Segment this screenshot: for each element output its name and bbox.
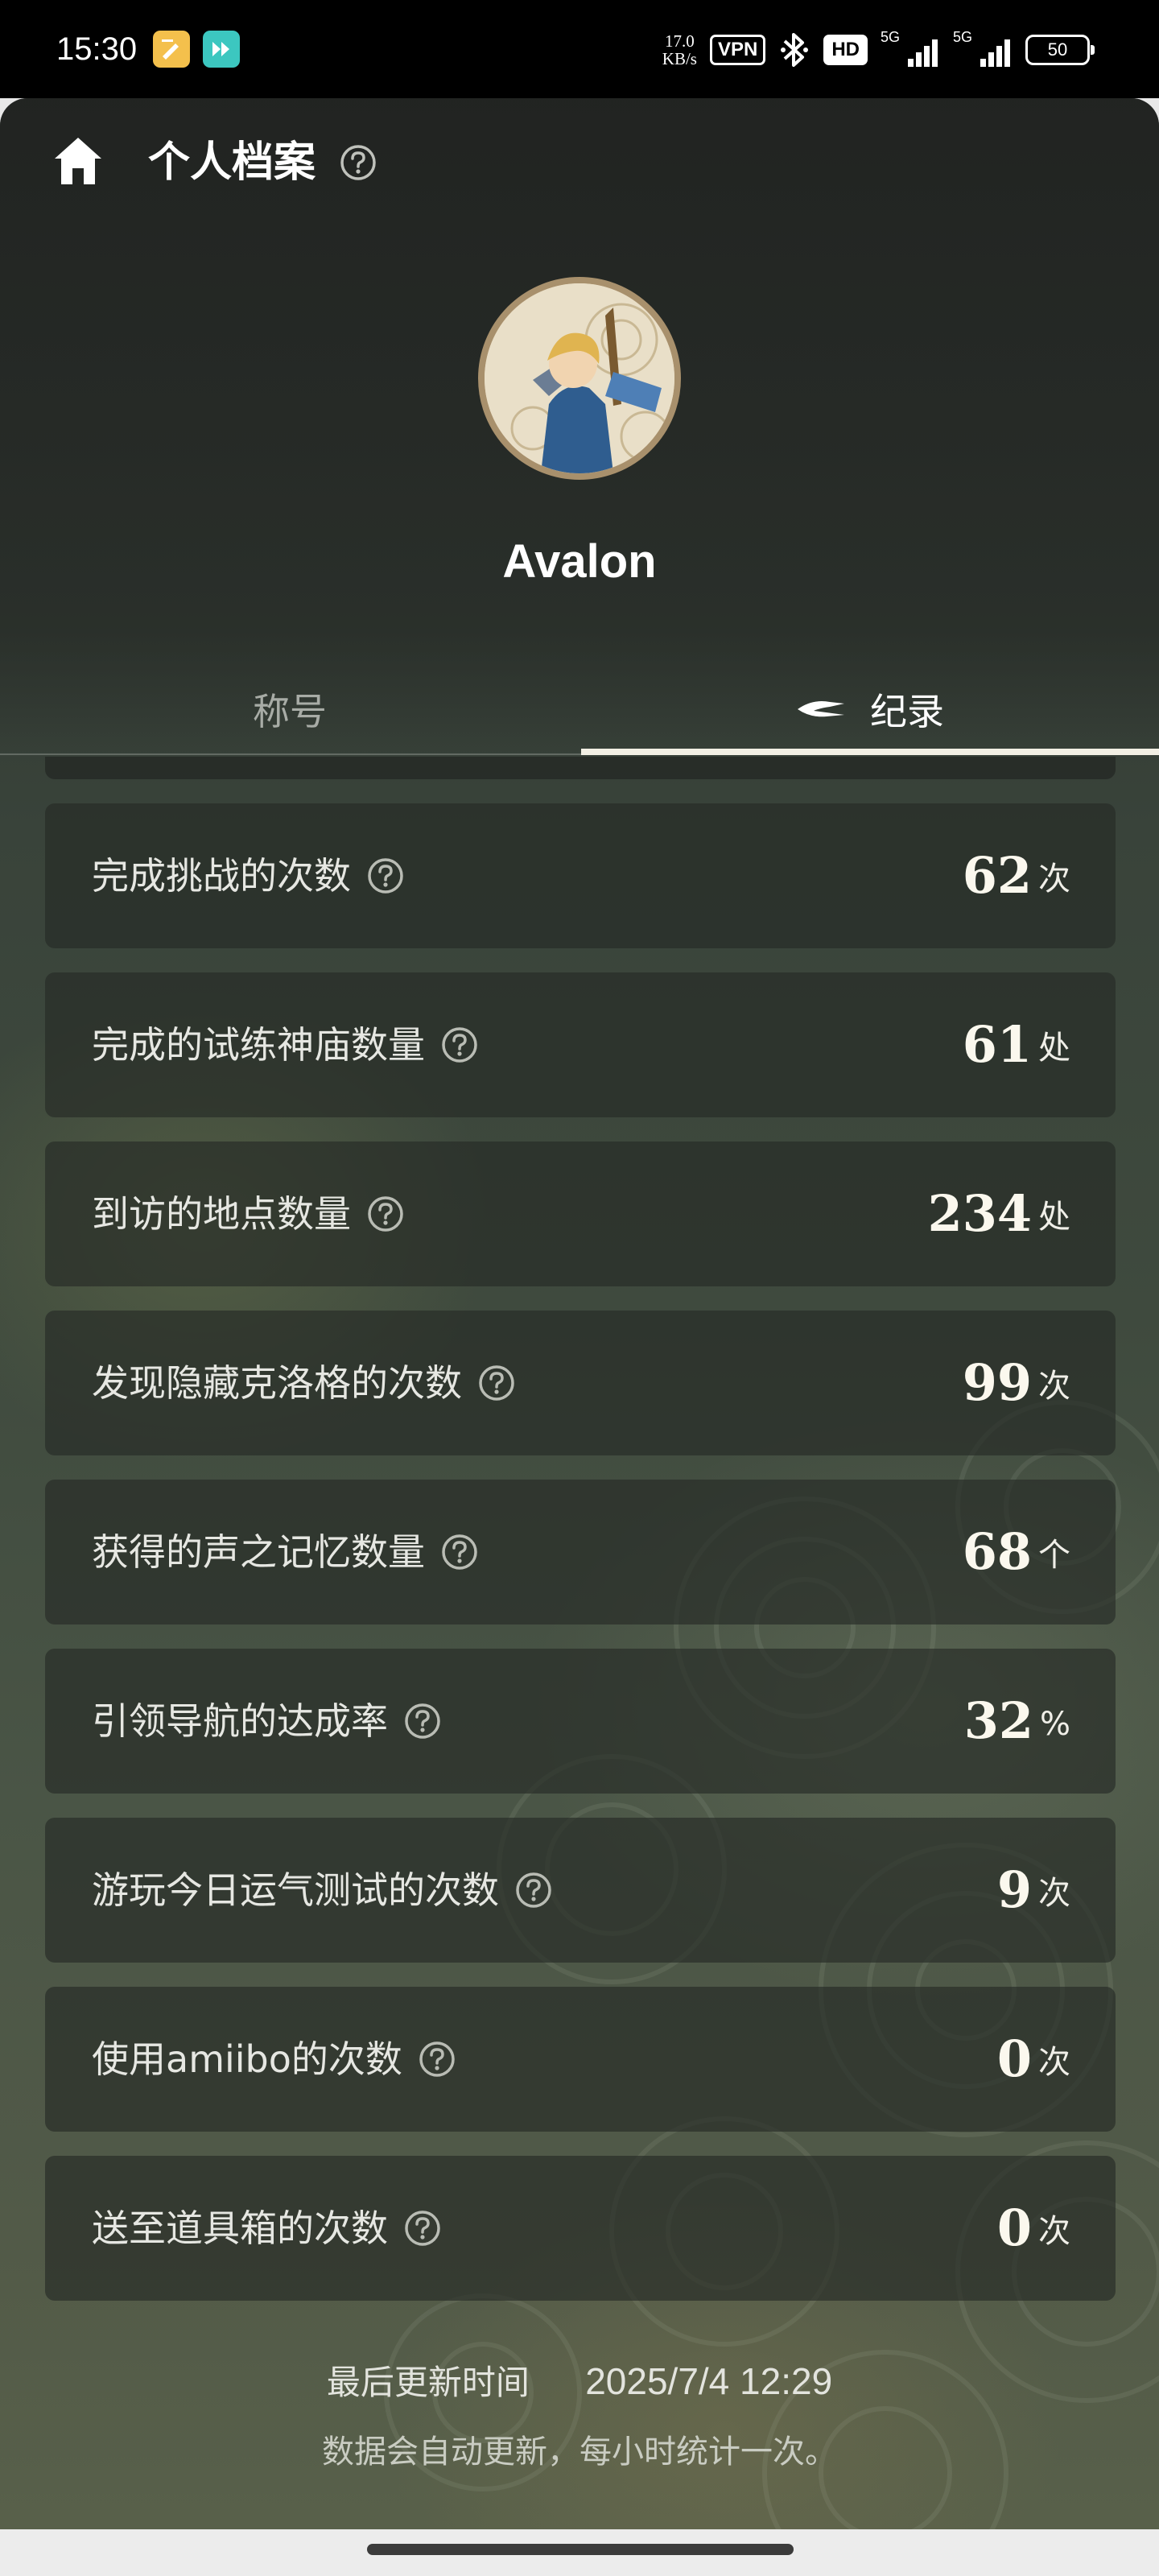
- status-bar: 15:30 17.0 KB/s VPN HD 5G 5G 50: [0, 0, 1159, 98]
- stat-label: 引领导航的达成率: [92, 1699, 388, 1743]
- stat-value: 0: [996, 2198, 1032, 2257]
- stat-value: 61: [962, 1015, 1032, 1074]
- accelerator-app-icon: [203, 31, 240, 68]
- stat-label: 到访的地点数量: [92, 1192, 351, 1236]
- home-indicator[interactable]: [367, 2544, 794, 2555]
- tab-records[interactable]: 纪录: [580, 662, 1159, 757]
- stat-label: 完成的试练神庙数量: [92, 1023, 425, 1067]
- help-icon[interactable]: [340, 144, 377, 181]
- stat-unit: %: [1039, 1706, 1070, 1743]
- active-tab-indicator: [581, 749, 1159, 755]
- help-icon[interactable]: [367, 857, 404, 894]
- status-indicators: 17.0 KB/s VPN HD 5G 5G 50: [662, 24, 1095, 76]
- stat-unit: 次: [1038, 2044, 1070, 2081]
- stat-value: 62: [962, 846, 1032, 905]
- stat-row-luck-test: 游玩今日运气测试的次数 9 次: [45, 1818, 1116, 1963]
- stat-row-challenges: 完成挑战的次数 62 次: [45, 803, 1116, 948]
- stat-unit: 次: [1038, 861, 1070, 898]
- hd-voice-badge: HD: [823, 35, 868, 65]
- stat-unit: 次: [1038, 2213, 1070, 2250]
- vpn-badge: VPN: [709, 35, 766, 65]
- tab-bar: 称号 纪录: [0, 662, 1159, 757]
- stat-row-memories: 获得的声之记忆数量 68 个: [45, 1480, 1116, 1624]
- stat-row-navigation: 引领导航的达成率 32 %: [45, 1649, 1116, 1794]
- stat-unit: 个: [1038, 1537, 1070, 1574]
- last-updated: 最后更新时间 2025/7/4 12:29: [0, 2359, 1159, 2405]
- last-updated-label: 最后更新时间: [326, 2363, 530, 2402]
- stat-value: 99: [962, 1353, 1032, 1412]
- signal-1-icon: 5G: [881, 30, 940, 70]
- battery-icon: 50: [1025, 35, 1095, 65]
- stat-label: 完成挑战的次数: [92, 854, 351, 898]
- stat-label: 送至道具箱的次数: [92, 2207, 388, 2250]
- stat-unit: 处: [1038, 1030, 1070, 1067]
- signal-2-icon: 5G: [953, 30, 1013, 70]
- status-time: 15:30: [56, 31, 138, 67]
- stat-label: 使用amiibo的次数: [92, 2037, 402, 2081]
- stat-unit: 处: [1038, 1199, 1070, 1236]
- network-speed: 17.0 KB/s: [662, 31, 697, 68]
- profile-panel: 个人档案 Avalon 称号 纪录 完成挑战的次数 62 次 完成的试练神庙数量…: [0, 98, 1159, 2529]
- partial-stat-card: [45, 757, 1116, 779]
- system-nav-bar: [0, 2529, 1159, 2576]
- stat-unit: 次: [1038, 1875, 1070, 1912]
- help-icon[interactable]: [441, 1026, 478, 1063]
- last-updated-time: 2025/7/4 12:29: [585, 2360, 833, 2402]
- username: Avalon: [502, 535, 657, 588]
- update-note: 数据会自动更新，每小时统计一次。: [322, 2434, 837, 2471]
- avatar: [478, 277, 681, 480]
- help-icon[interactable]: [515, 1872, 552, 1909]
- help-icon[interactable]: [367, 1195, 404, 1232]
- help-icon[interactable]: [404, 1703, 441, 1740]
- help-icon[interactable]: [419, 2041, 456, 2078]
- stat-row-item-box: 送至道具箱的次数 0 次: [45, 2156, 1116, 2301]
- stat-value: 0: [996, 2029, 1032, 2088]
- stat-row-locations: 到访的地点数量 234 处: [45, 1141, 1116, 1286]
- record-arrow-icon: [798, 701, 844, 717]
- bluetooth-icon: [781, 33, 809, 67]
- stat-label: 获得的声之记忆数量: [92, 1530, 425, 1574]
- home-icon[interactable]: [52, 134, 105, 188]
- stat-value: 32: [963, 1691, 1033, 1750]
- stat-row-shrines: 完成的试练神庙数量 61 处: [45, 972, 1116, 1117]
- page-title: 个人档案: [148, 138, 316, 187]
- stat-row-amiibo: 使用amiibo的次数 0 次: [45, 1987, 1116, 2132]
- stat-label: 游玩今日运气测试的次数: [92, 1868, 499, 1912]
- notes-app-icon: [153, 31, 190, 68]
- help-icon[interactable]: [404, 2210, 441, 2247]
- stat-row-koroks: 发现隐藏克洛格的次数 99 次: [45, 1311, 1116, 1455]
- stat-label: 发现隐藏克洛格的次数: [92, 1361, 462, 1405]
- stat-value: 9: [996, 1860, 1032, 1919]
- stat-value: 234: [927, 1184, 1032, 1243]
- tab-titles[interactable]: 称号: [0, 662, 580, 757]
- stat-list: 完成挑战的次数 62 次 完成的试练神庙数量 61 处 到访的地点数量 234 …: [45, 803, 1116, 2325]
- help-icon[interactable]: [478, 1364, 515, 1402]
- stat-value: 68: [962, 1522, 1032, 1581]
- stat-unit: 次: [1038, 1368, 1070, 1405]
- help-icon[interactable]: [441, 1534, 478, 1571]
